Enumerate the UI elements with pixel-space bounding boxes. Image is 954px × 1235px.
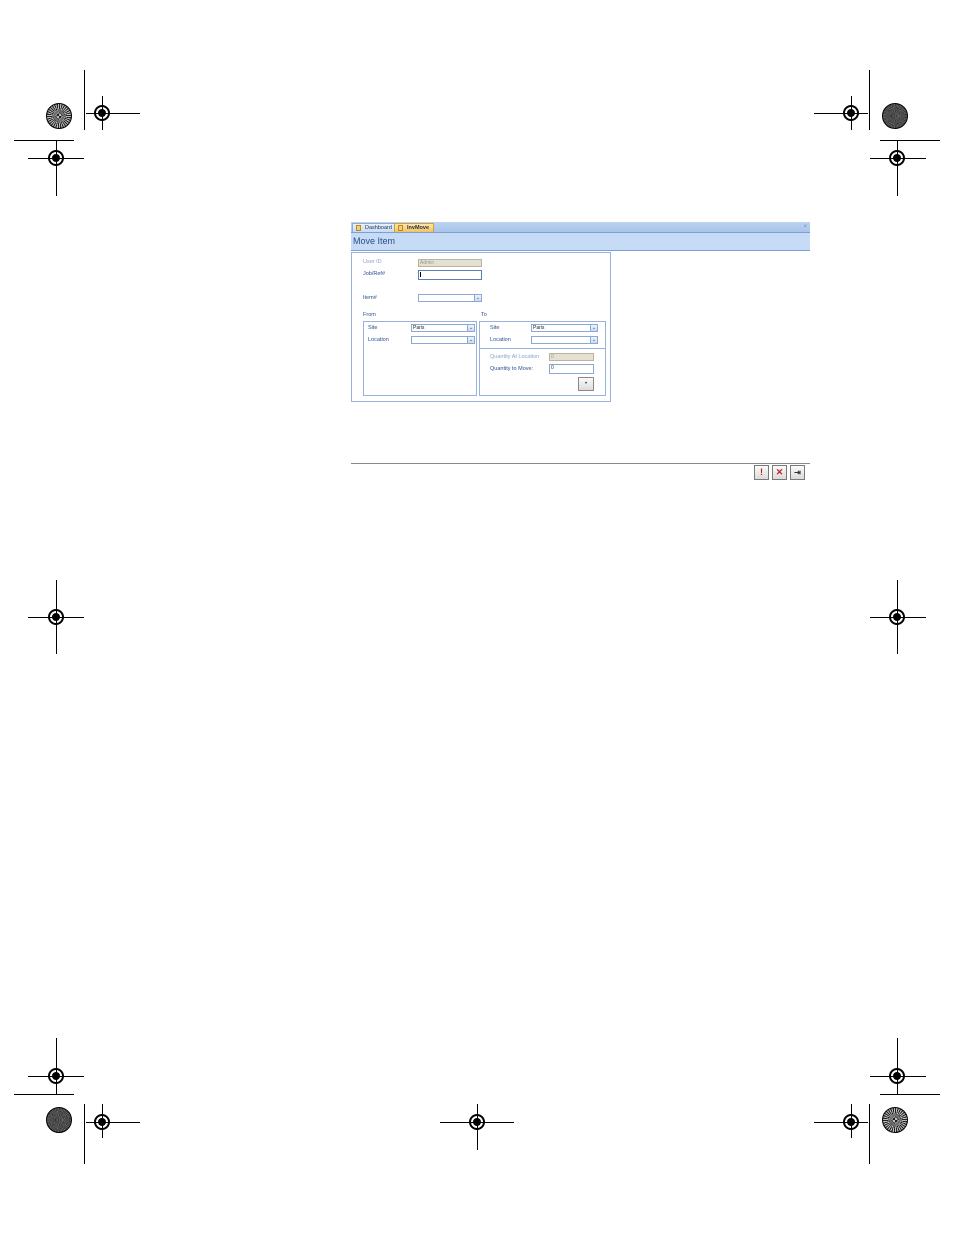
- exclamation-button[interactable]: !: [754, 465, 769, 480]
- registration-crosshair-icon: [889, 150, 905, 166]
- registration-crosshair-icon: [94, 1114, 110, 1130]
- registration-crosshair-icon: [48, 609, 64, 625]
- from-site-label: Site: [368, 325, 378, 331]
- registration-crosshair-icon: [469, 1114, 485, 1130]
- crop-line: [84, 70, 85, 130]
- chevron-down-icon[interactable]: ⌄: [467, 325, 474, 331]
- crop-line: [869, 70, 870, 130]
- to-heading: To: [481, 312, 487, 318]
- tab-label: Dashboard: [365, 225, 392, 231]
- chevron-down-icon[interactable]: ⌄: [590, 325, 597, 331]
- registration-crosshair-icon: [48, 1068, 64, 1084]
- qty-to-move-label: Quantity to Move:: [490, 366, 534, 372]
- registration-star-icon: [46, 103, 72, 129]
- registration-crosshair-icon: [889, 1068, 905, 1084]
- to-box: Site Paris ⌄ Location ⌄ Quantity At Loca…: [479, 321, 606, 396]
- to-box-divider: [480, 348, 605, 349]
- registration-crosshair-icon: [48, 150, 64, 166]
- tab-invmove[interactable]: InvMove: [394, 223, 435, 232]
- crop-line: [14, 140, 74, 141]
- move-button[interactable]: •: [578, 377, 594, 391]
- registration-crosshair-icon: [889, 609, 905, 625]
- registration-crosshair-icon: [843, 105, 859, 121]
- registration-star-icon: [882, 103, 908, 129]
- from-site-value: Paris: [413, 325, 425, 331]
- crop-line: [869, 1104, 870, 1164]
- crop-line: [56, 1038, 57, 1094]
- from-heading: From: [363, 312, 376, 318]
- qty-to-move-input[interactable]: 0: [549, 364, 594, 374]
- registration-star-icon: [46, 1107, 72, 1133]
- to-location-label: Location: [490, 337, 511, 343]
- job-ref-input[interactable]: [418, 270, 482, 280]
- cancel-button[interactable]: ✕: [772, 465, 787, 480]
- form-icon: [356, 225, 361, 231]
- to-site-combo[interactable]: Paris ⌄: [531, 324, 598, 332]
- chevron-down-icon[interactable]: ⌄: [590, 337, 597, 343]
- document-tab-strip: Dashboard InvMove ×: [351, 222, 810, 233]
- to-location-combo[interactable]: ⌄: [531, 336, 598, 344]
- close-icon[interactable]: ×: [803, 222, 807, 232]
- crop-line: [880, 1094, 940, 1095]
- user-id-field: Admin: [418, 259, 482, 267]
- exit-button[interactable]: ⇥: [790, 465, 805, 480]
- from-location-label: Location: [368, 337, 389, 343]
- item-label: Item#: [363, 295, 377, 301]
- crop-line: [84, 1104, 85, 1164]
- crop-line: [897, 1038, 898, 1094]
- item-combo[interactable]: ⌄: [418, 294, 482, 302]
- registration-crosshair-icon: [843, 1114, 859, 1130]
- tab-dashboard[interactable]: Dashboard: [352, 223, 397, 232]
- chevron-down-icon[interactable]: ⌄: [474, 295, 481, 301]
- to-site-value: Paris: [533, 325, 545, 331]
- from-site-combo[interactable]: Paris ⌄: [411, 324, 475, 332]
- form-icon: [398, 225, 403, 231]
- chevron-down-icon[interactable]: ⌄: [467, 337, 474, 343]
- crop-line: [897, 140, 898, 196]
- job-ref-label: Job/Ref#: [363, 271, 386, 277]
- form-header: Move Item: [351, 233, 810, 251]
- page-title: Move Item: [353, 236, 396, 246]
- text-caret: [420, 272, 421, 277]
- from-location-combo[interactable]: ⌄: [411, 336, 475, 344]
- move-item-panel: User ID Admin Job/Ref# Item# ⌄ From To S…: [351, 252, 611, 402]
- move-item-window: Dashboard InvMove × Move Item User ID Ad…: [351, 222, 810, 482]
- crop-line: [814, 113, 868, 114]
- to-site-label: Site: [490, 325, 500, 331]
- qty-at-location-label: Quantity At Location: [490, 354, 540, 360]
- crop-line: [56, 140, 57, 196]
- from-box: Site Paris ⌄ Location ⌄: [363, 321, 477, 396]
- crop-line: [14, 1094, 74, 1095]
- footer-divider: [351, 463, 810, 464]
- registration-crosshair-icon: [94, 105, 110, 121]
- registration-star-icon: [882, 1107, 908, 1133]
- tab-label: InvMove: [407, 225, 430, 231]
- crop-line: [880, 140, 940, 141]
- qty-at-location-field: 0: [549, 353, 594, 361]
- crop-line: [814, 1122, 868, 1123]
- user-id-label: User ID: [363, 259, 382, 265]
